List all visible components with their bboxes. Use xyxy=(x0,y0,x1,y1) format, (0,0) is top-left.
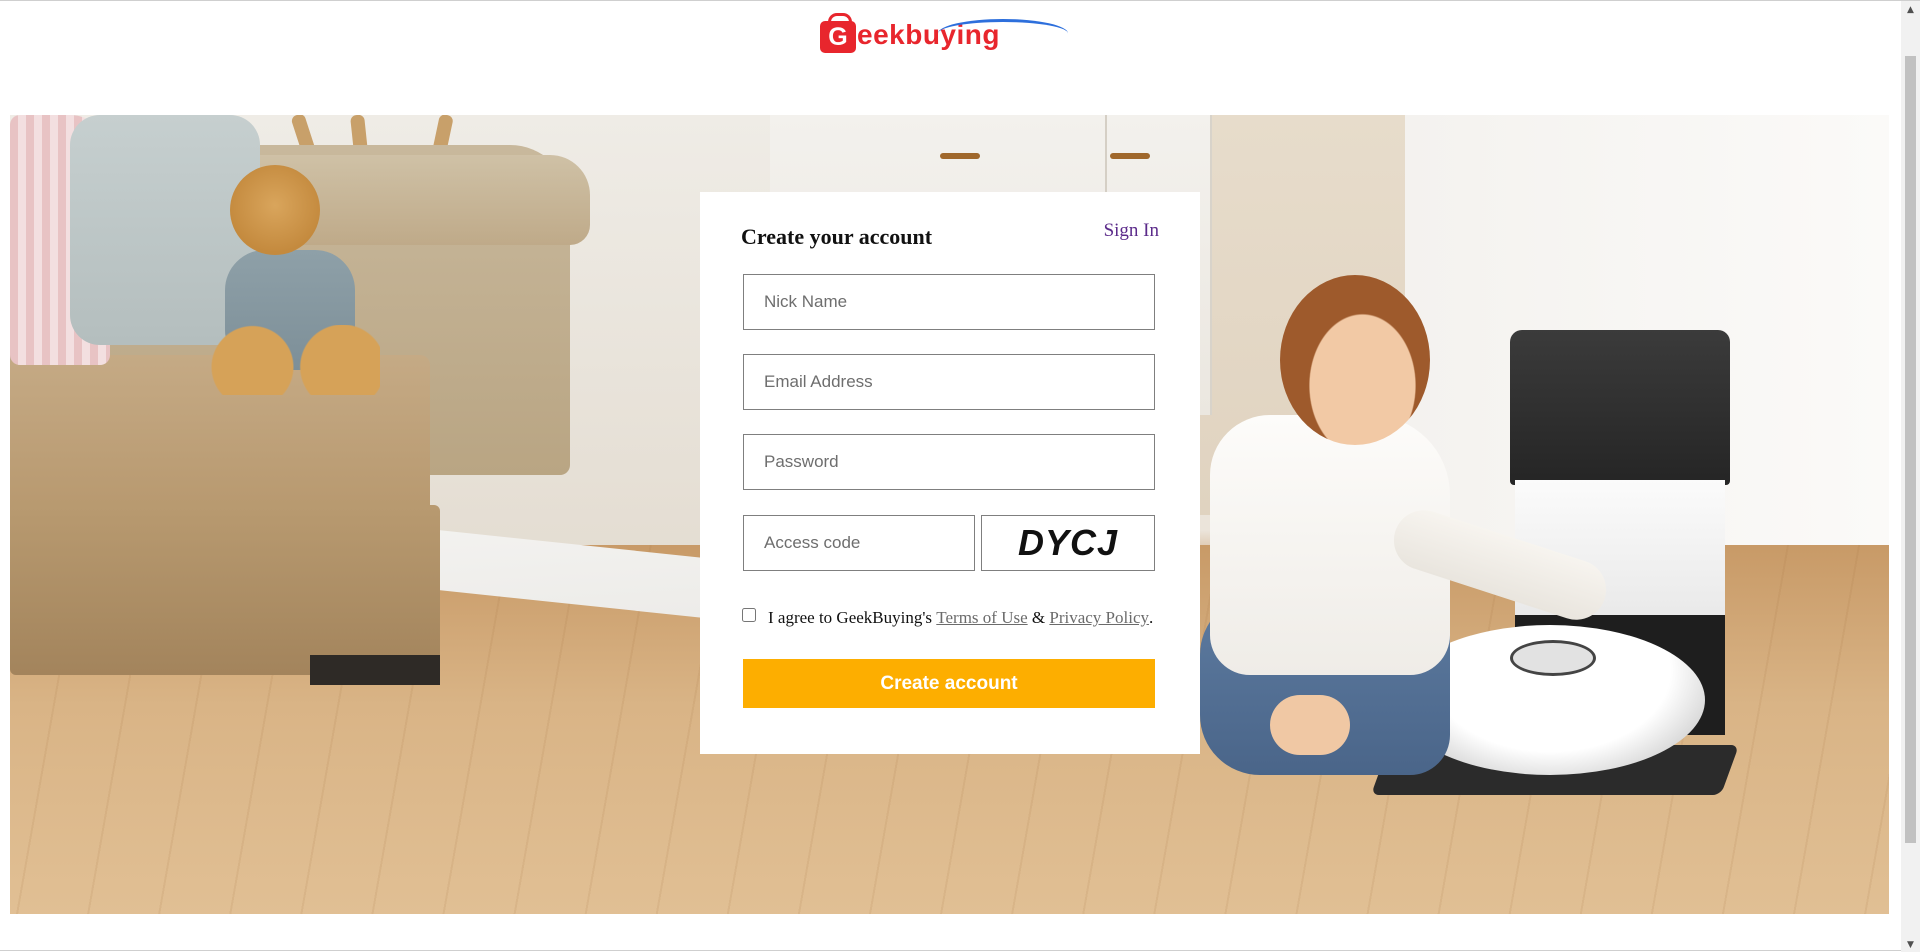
sofa-front xyxy=(10,505,440,675)
shopping-bag-icon: G xyxy=(820,13,856,53)
geekbuying-logo[interactable]: G eekbuying xyxy=(820,13,1080,55)
cabinet-handle xyxy=(1110,153,1150,159)
agree-prefix-text: I agree to GeekBuying's xyxy=(768,608,933,627)
vertical-scrollbar[interactable]: ▲ ▼ xyxy=(1901,1,1920,952)
scrollbar-thumb[interactable] xyxy=(1905,56,1916,843)
page: G eekbuying Create your account Sign In … xyxy=(0,0,1920,952)
logo-swoosh-icon xyxy=(938,19,1068,48)
robot-lidar xyxy=(1510,640,1596,676)
child-foot xyxy=(1270,695,1350,755)
form-title: Create your account xyxy=(741,224,933,249)
access-code-input[interactable] xyxy=(743,515,975,571)
email-input[interactable] xyxy=(743,354,1155,410)
logo-letter: G xyxy=(828,22,848,51)
create-account-card: Create your account Sign In DYCJ I agree… xyxy=(700,192,1200,754)
agree-checkbox[interactable] xyxy=(742,608,756,622)
nick-name-input[interactable] xyxy=(743,274,1155,330)
teddy-bear-head xyxy=(230,165,320,255)
sofa-leg xyxy=(310,655,440,685)
captcha-image[interactable]: DYCJ xyxy=(981,515,1155,571)
cabinet-handle xyxy=(940,153,980,159)
teddy-bear-legs xyxy=(210,325,380,395)
ampersand-text: & xyxy=(1031,608,1046,627)
terms-of-use-link[interactable]: Terms of Use xyxy=(936,608,1027,628)
sign-in-link[interactable]: Sign In xyxy=(1104,220,1159,242)
privacy-policy-link[interactable]: Privacy Policy xyxy=(1049,608,1149,628)
agreement-row: I agree to GeekBuying's Terms of Use & P… xyxy=(742,608,1153,628)
scroll-up-arrow-icon[interactable]: ▲ xyxy=(1901,1,1920,18)
scroll-down-arrow-icon[interactable]: ▼ xyxy=(1901,936,1920,952)
child-head xyxy=(1280,275,1430,445)
period-text: . xyxy=(1149,608,1154,627)
robot-dock-bin xyxy=(1510,330,1730,485)
create-account-button[interactable]: Create account xyxy=(743,659,1155,708)
footer-divider xyxy=(0,950,1901,951)
password-input[interactable] xyxy=(743,434,1155,490)
